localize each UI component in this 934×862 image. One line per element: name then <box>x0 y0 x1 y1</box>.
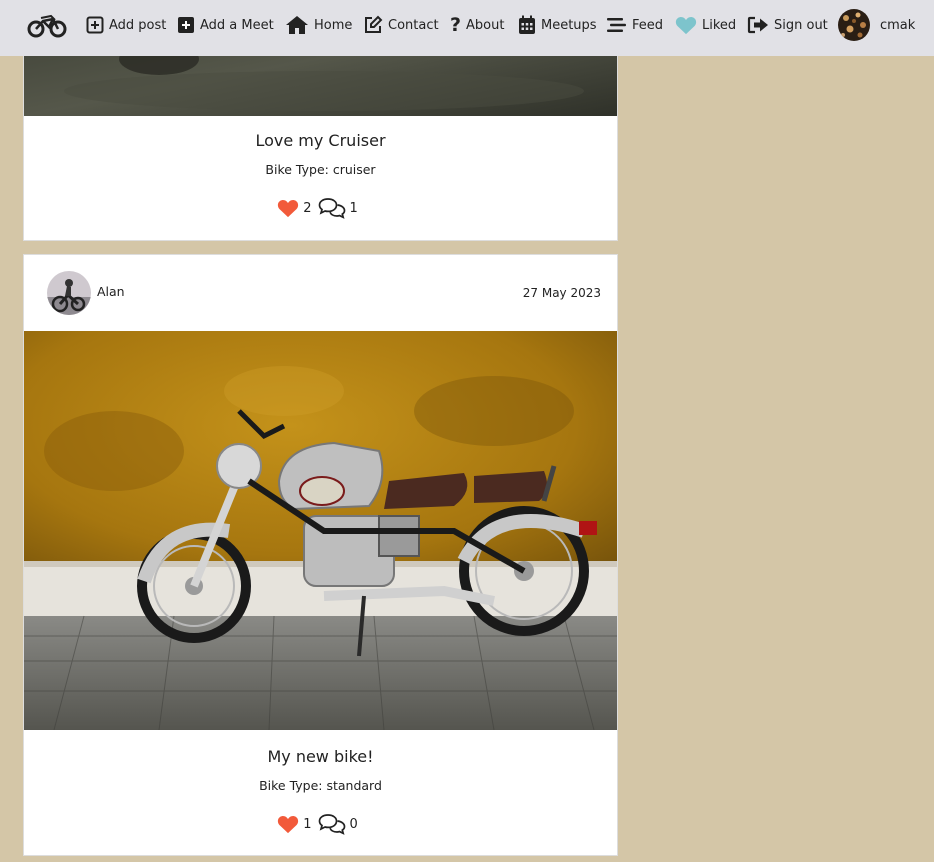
avatar <box>838 9 870 41</box>
plus-square-filled-icon <box>178 17 194 33</box>
nav-meetups[interactable]: Meetups <box>518 0 597 50</box>
navbar: Add post Add a Meet Home Contact ? About <box>0 0 934 56</box>
nav-sign-out[interactable]: Sign out <box>747 0 828 50</box>
bike-type: Bike Type: cruiser <box>265 162 376 177</box>
nav-liked[interactable]: Liked <box>675 0 736 50</box>
nav-home[interactable]: Home <box>285 0 352 50</box>
nav-feed[interactable]: Feed <box>607 0 663 50</box>
question-icon: ? <box>450 14 462 36</box>
bike-type: Bike Type: standard <box>259 778 382 793</box>
heart-icon[interactable] <box>277 199 299 218</box>
nav-about-label: About <box>466 17 505 33</box>
post-image[interactable] <box>24 331 617 730</box>
sign-out-icon <box>747 16 768 34</box>
nav-add-post[interactable]: Add post <box>86 0 166 50</box>
nav-liked-label: Liked <box>702 17 737 33</box>
home-icon <box>286 16 308 34</box>
logo-motorcycle-icon[interactable] <box>27 13 67 39</box>
heart-icon <box>675 16 697 34</box>
nav-add-post-label: Add post <box>109 17 167 33</box>
post-card: Alan 27 May 2023 My new bike! Bike Type:… <box>23 254 618 856</box>
plus-square-icon <box>86 16 104 34</box>
comments-icon[interactable] <box>318 197 346 219</box>
nav-username: cmak <box>880 17 916 33</box>
nav-contact[interactable]: Contact <box>363 0 439 50</box>
post-title[interactable]: Love my Cruiser <box>24 131 617 150</box>
post-title[interactable]: My new bike! <box>24 747 617 766</box>
likes-count: 2 <box>303 200 312 216</box>
post-author[interactable]: Alan <box>47 271 125 315</box>
author-avatar <box>47 271 91 315</box>
comments-count: 1 <box>349 200 358 216</box>
post-stats: 1 0 <box>24 813 617 835</box>
heart-icon[interactable] <box>277 815 299 834</box>
post-date: 27 May 2023 <box>522 286 601 300</box>
nav-profile[interactable]: cmak <box>838 0 915 50</box>
nav-add-meet-label: Add a Meet <box>200 17 274 33</box>
nav-about[interactable]: ? About <box>450 0 504 50</box>
comments-icon[interactable] <box>318 813 346 835</box>
likes-count: 1 <box>303 816 312 832</box>
author-name: Alan <box>97 283 125 299</box>
nav-sign-out-label: Sign out <box>774 17 828 33</box>
edit-icon <box>365 15 383 33</box>
stream-icon <box>607 18 626 32</box>
nav-contact-label: Contact <box>388 17 439 33</box>
nav-meetups-label: Meetups <box>541 17 597 33</box>
nav-feed-label: Feed <box>632 17 664 33</box>
calendar-icon <box>519 15 535 34</box>
comments-count: 0 <box>349 816 358 832</box>
nav-add-meet[interactable]: Add a Meet <box>177 0 274 50</box>
post-stats: 2 1 <box>24 197 617 219</box>
nav-home-label: Home <box>314 17 353 33</box>
